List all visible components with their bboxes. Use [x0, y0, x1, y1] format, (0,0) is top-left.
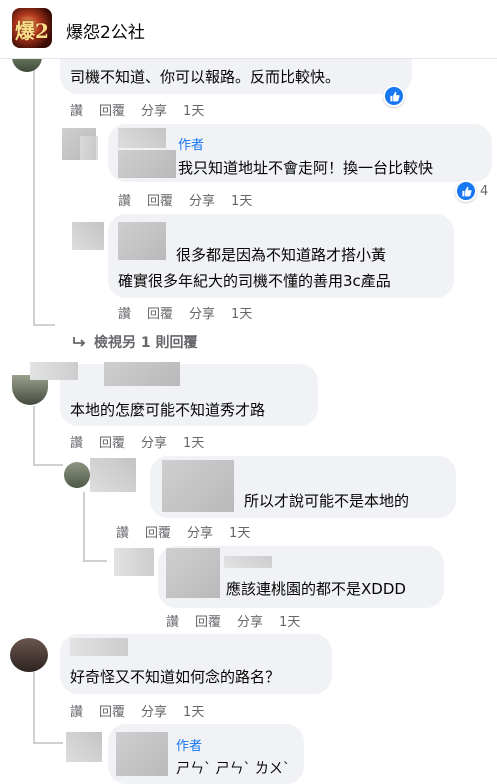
- comment-actions: 讚回覆 分享 1天: [70, 100, 220, 119]
- comment-text: 所以才說可能不是本地的: [244, 492, 410, 510]
- comment-time[interactable]: 1天: [231, 303, 252, 322]
- comment-time[interactable]: 1天: [279, 611, 300, 630]
- thread-line: [83, 560, 107, 562]
- author-name[interactable]: [118, 128, 166, 148]
- reply-button[interactable]: 回覆: [195, 611, 221, 630]
- comment-text-line: 確實很多年紀大的司機不懂的善用3c產品: [118, 272, 391, 290]
- blurred-name: [118, 150, 176, 178]
- reaction-summary[interactable]: [383, 85, 405, 107]
- comment-time[interactable]: 1天: [183, 432, 204, 451]
- thread-line: [33, 58, 35, 326]
- reply-button[interactable]: 回覆: [99, 432, 125, 451]
- reply-button[interactable]: 回覆: [99, 100, 125, 119]
- share-button[interactable]: 分享: [141, 100, 167, 119]
- like-button[interactable]: 讚: [70, 701, 83, 720]
- avatar[interactable]: [114, 548, 154, 576]
- share-button[interactable]: 分享: [237, 611, 263, 630]
- author-name[interactable]: [162, 460, 234, 512]
- author-name[interactable]: [104, 362, 180, 386]
- group-name[interactable]: 爆怨2公社: [66, 18, 145, 43]
- comment-text: 本地的怎麼可能不知道秀才路: [70, 401, 266, 419]
- comment-text: 司機不知道、你可以報路。反而比較快。: [70, 68, 341, 86]
- comment-actions: 讚回覆 分享 1天: [70, 701, 220, 720]
- thread-line: [83, 492, 85, 562]
- thread-line: [33, 672, 35, 744]
- view-more-replies-button[interactable]: 檢視另 1 則回覆: [72, 332, 198, 352]
- author-name[interactable]: [30, 362, 78, 380]
- view-more-replies-label: 檢視另 1 則回覆: [94, 335, 198, 351]
- avatar[interactable]: [66, 732, 102, 762]
- share-button[interactable]: 分享: [141, 432, 167, 451]
- group-avatar[interactable]: 爆2: [12, 8, 52, 48]
- like-button[interactable]: 讚: [116, 522, 129, 541]
- share-button[interactable]: 分享: [141, 701, 167, 720]
- author-badge: 作者: [176, 739, 203, 754]
- like-button[interactable]: 讚: [118, 190, 131, 209]
- comment-time[interactable]: 1天: [231, 190, 252, 209]
- avatar[interactable]: [10, 638, 48, 672]
- author-name[interactable]: [118, 222, 166, 260]
- comment-text: 好奇怪又不知道如何念的路名？: [70, 668, 281, 686]
- comment-actions: 讚回覆 分享 1天: [166, 611, 316, 630]
- like-reaction-icon: [455, 180, 477, 202]
- post-header: 爆2 爆怨2公社: [0, 0, 497, 59]
- comment-actions: 讚回覆 分享 1天: [118, 303, 268, 322]
- comment-time[interactable]: 1天: [183, 701, 204, 720]
- share-button[interactable]: 分享: [189, 190, 215, 209]
- thread-line: [33, 406, 35, 466]
- blurred-name: [224, 556, 272, 568]
- reply-arrow-icon: [73, 337, 86, 347]
- like-button[interactable]: 讚: [70, 432, 83, 451]
- blurred-name: [90, 458, 136, 492]
- comment-time[interactable]: 1天: [183, 100, 204, 119]
- comment-actions: 讚回覆 分享 1天: [116, 522, 266, 541]
- comment-text: ㄕㄣˋ ㄕㄣˋ ㄌㄨˋ: [176, 761, 290, 777]
- avatar: [80, 136, 98, 160]
- like-reaction-icon: [383, 85, 405, 107]
- comment-actions: 讚回覆 分享 1天: [118, 190, 268, 209]
- comment-time[interactable]: 1天: [229, 522, 250, 541]
- avatar[interactable]: [72, 222, 104, 250]
- like-button[interactable]: 讚: [166, 611, 179, 630]
- reaction-count: 4: [480, 183, 489, 199]
- author-name[interactable]: [70, 638, 128, 656]
- author-name[interactable]: [116, 732, 168, 776]
- group-avatar-text: 爆2: [15, 19, 49, 43]
- comment-text: 應該連桃園的都不是XDDD: [226, 580, 406, 598]
- reply-button[interactable]: 回覆: [147, 303, 173, 322]
- avatar[interactable]: [64, 462, 90, 488]
- comment-text-line: 很多都是因為不知道路才搭小黃: [176, 246, 387, 264]
- reply-button[interactable]: 回覆: [99, 701, 125, 720]
- share-button[interactable]: 分享: [187, 522, 213, 541]
- reaction-summary[interactable]: 4: [455, 180, 488, 202]
- thread-line: [33, 464, 63, 466]
- author-name[interactable]: [166, 548, 220, 598]
- comment-text: 我只知道地址不會走阿！換一台比較快: [178, 159, 434, 177]
- share-button[interactable]: 分享: [189, 303, 215, 322]
- like-button[interactable]: 讚: [118, 303, 131, 322]
- author-badge: 作者: [178, 138, 205, 153]
- reply-button[interactable]: 回覆: [145, 522, 171, 541]
- comment-actions: 讚回覆 分享 1天: [70, 432, 220, 451]
- reply-button[interactable]: 回覆: [147, 190, 173, 209]
- like-button[interactable]: 讚: [70, 100, 83, 119]
- thread-line: [33, 324, 55, 326]
- thread-line: [33, 742, 63, 744]
